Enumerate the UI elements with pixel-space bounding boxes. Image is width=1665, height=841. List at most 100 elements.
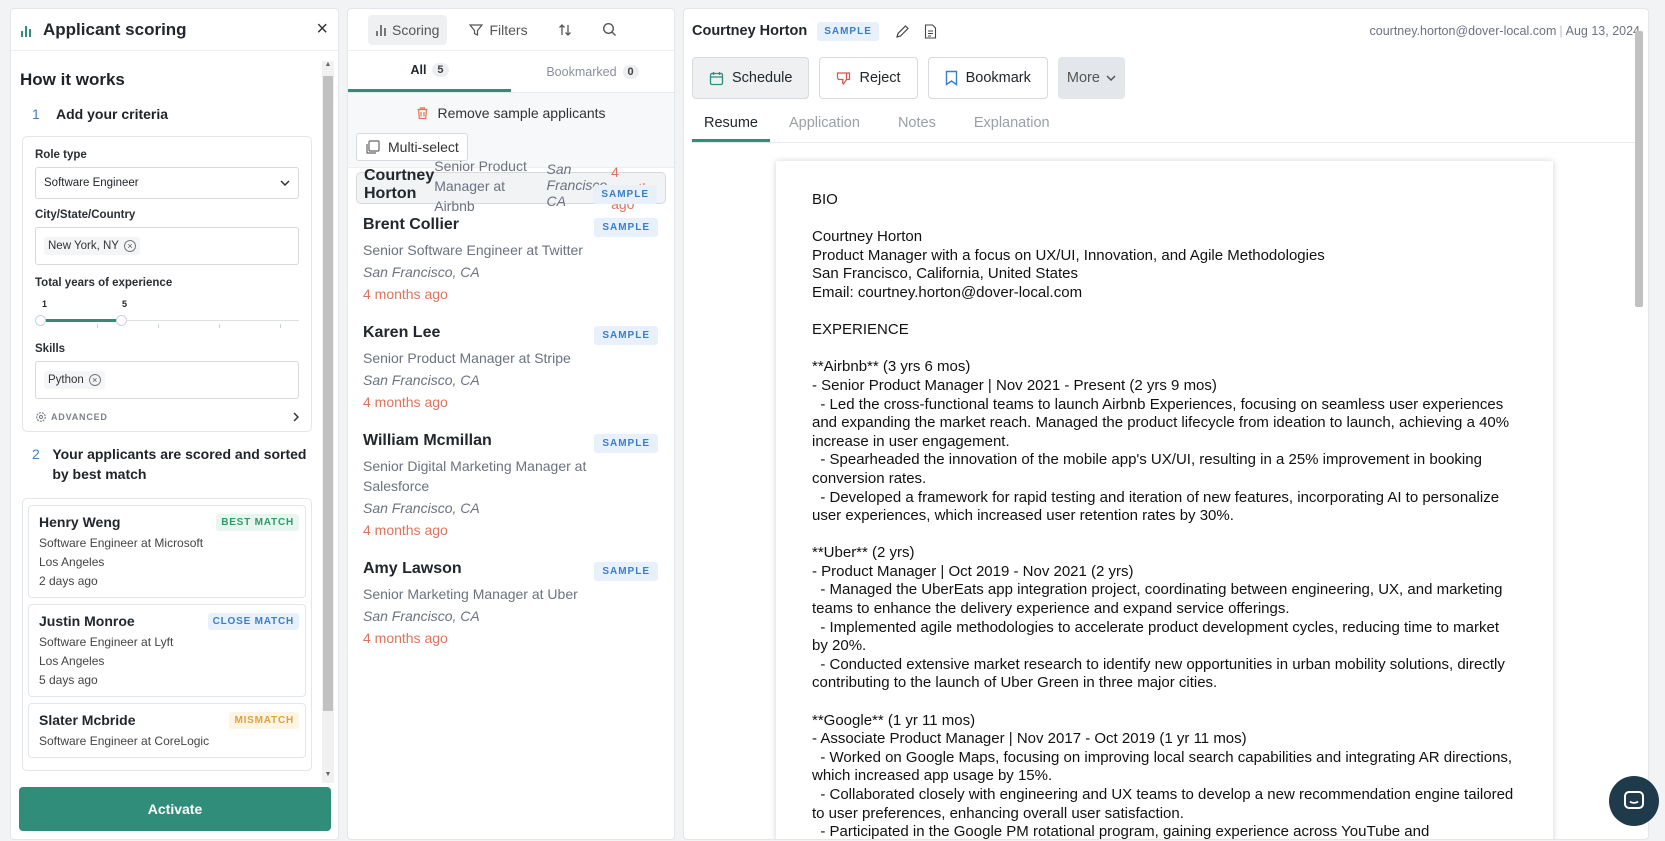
document-icon[interactable]: [923, 23, 939, 39]
advanced-toggle[interactable]: ADVANCED: [35, 411, 299, 423]
slider-min-handle[interactable]: [35, 315, 46, 326]
scoring-button[interactable]: Scoring: [368, 14, 448, 45]
mismatch-badge: MISMATCH: [229, 712, 299, 729]
sample-badge: SAMPLE: [817, 21, 879, 41]
tab-bookmarked-count: 0: [622, 64, 639, 79]
detail-scrollbar[interactable]: [1632, 25, 1646, 839]
role-type-select[interactable]: Software Engineer: [35, 167, 299, 199]
experience-min: 1: [42, 299, 48, 309]
candidate-date: Aug 13, 2024: [1565, 24, 1640, 38]
tab-all-count: 5: [432, 63, 449, 77]
remove-sample-label: Remove sample applicants: [437, 105, 606, 121]
skills-input[interactable]: Python ×: [35, 361, 299, 399]
experience-range-values: 1 5: [35, 295, 299, 311]
tab-resume[interactable]: Resume: [692, 111, 770, 142]
filters-button[interactable]: Filters: [461, 15, 535, 45]
tab-bookmarked[interactable]: Bookmarked 0: [511, 51, 674, 92]
chat-launcher-button[interactable]: [1609, 776, 1659, 826]
match-title: Software Engineer at Microsoft: [39, 536, 204, 550]
scrollbar-thumb[interactable]: [323, 76, 333, 711]
scrollbar-thumb[interactable]: [1635, 31, 1643, 307]
activate-button[interactable]: Activate: [19, 787, 331, 831]
chevron-down-icon: [280, 180, 290, 186]
experience-slider[interactable]: [35, 311, 299, 331]
scroll-up-icon[interactable]: ▲: [322, 61, 334, 73]
more-button[interactable]: More: [1057, 57, 1125, 99]
match-card: Justin Monroe CLOSE MATCH Software Engin…: [28, 604, 306, 697]
location-input[interactable]: New York, NY ×: [35, 227, 299, 265]
multi-select-label: Multi-select: [388, 139, 459, 155]
panel-scroll-area: How it works 1 Add your criteria Role ty…: [11, 52, 321, 784]
slider-max-handle[interactable]: [116, 315, 127, 326]
multi-select-icon: [366, 139, 380, 154]
bookmark-icon: [945, 70, 957, 86]
resume-viewer[interactable]: BIO Courtney Horton Product Manager with…: [684, 149, 1632, 839]
panel-scrollbar[interactable]: ▲ ▼: [322, 61, 334, 783]
skills-chip: Python ×: [44, 371, 105, 389]
chat-icon: [1624, 791, 1644, 809]
candidate-meta: courtney.horton@dover-local.com | Aug 13, …: [1370, 24, 1640, 38]
close-icon[interactable]: ×: [316, 18, 328, 41]
applicant-card[interactable]: Courtney Horton SAMPLE Senior Product Ma…: [356, 158, 666, 214]
location-chip-label: New York, NY: [48, 240, 119, 252]
sort-button[interactable]: [550, 16, 580, 44]
applicant-role: Senior Product Manager at Stripe: [363, 350, 571, 366]
remove-chip-icon[interactable]: ×: [123, 240, 136, 252]
applicant-card[interactable]: William Mcmillan SAMPLE Senior Digital M…: [356, 422, 666, 548]
tab-all[interactable]: All 5: [348, 51, 511, 92]
remove-chip-icon[interactable]: ×: [88, 374, 101, 386]
experience-max: 5: [122, 299, 128, 309]
applicant-list-panel: Scoring Filters All 5 Bookmarked 0 Remov…: [347, 8, 675, 840]
step-2: 2 Your applicants are scored and sorted …: [32, 444, 312, 484]
applicant-list: Courtney Horton SAMPLE Senior Product Ma…: [348, 158, 674, 662]
chevron-down-icon: [1106, 75, 1116, 81]
match-card: Henry Weng BEST MATCH Software Engineer …: [28, 505, 306, 598]
bookmark-button[interactable]: Bookmark: [927, 57, 1048, 99]
match-time: 2 days ago: [39, 574, 98, 588]
gear-icon: [36, 412, 46, 422]
applicant-time: 4 months ago: [363, 394, 448, 410]
applicant-card[interactable]: Amy Lawson SAMPLE Senior Marketing Manag…: [356, 550, 666, 656]
panel-title: Applicant scoring: [43, 19, 187, 39]
step-2-label: Your applicants are scored and sorted by…: [52, 446, 307, 482]
tab-notes[interactable]: Notes: [879, 111, 955, 142]
best-match-badge: BEST MATCH: [216, 514, 299, 531]
edit-icon[interactable]: [895, 23, 911, 39]
trash-icon: [417, 107, 428, 120]
match-location: Los Angeles: [39, 555, 105, 569]
more-label: More: [1066, 70, 1100, 86]
applicant-card[interactable]: Brent Collier SAMPLE Senior Software Eng…: [356, 206, 666, 312]
bar-chart-icon: [376, 24, 386, 36]
applicant-role: Senior Marketing Manager at Uber: [363, 586, 578, 602]
criteria-card: Role type Software Engineer City/State/C…: [22, 136, 312, 432]
search-button[interactable]: [594, 15, 625, 44]
applicant-name: Courtney Horton: [364, 167, 435, 202]
schedule-label: Schedule: [732, 70, 793, 86]
sample-badge: SAMPLE: [594, 326, 658, 345]
advanced-group: ADVANCED: [35, 411, 108, 423]
candidate-actions: Schedule Reject Bookmark More: [684, 53, 1648, 99]
slider-tick: [280, 324, 281, 328]
scroll-down-icon[interactable]: ▼: [322, 771, 334, 783]
role-type-label: Role type: [35, 149, 87, 161]
panel-header: Applicant scoring ×: [11, 9, 338, 51]
slider-tick: [219, 324, 220, 328]
reject-button[interactable]: Reject: [819, 57, 918, 99]
detail-header: Courtney Horton SAMPLE courtney.horton@d…: [684, 9, 1648, 53]
list-tabs: All 5 Bookmarked 0: [348, 51, 674, 93]
scoring-label: Scoring: [392, 21, 440, 38]
search-icon: [602, 22, 616, 36]
skills-label: Skills: [35, 343, 66, 355]
tab-application[interactable]: Application: [770, 111, 879, 142]
close-match-badge: CLOSE MATCH: [207, 613, 299, 630]
slider-tick: [158, 324, 159, 328]
match-examples: Henry Weng BEST MATCH Software Engineer …: [22, 498, 312, 771]
applicant-card[interactable]: Karen Lee SAMPLE Senior Product Manager …: [356, 314, 666, 420]
calendar-icon: [709, 71, 724, 85]
thumbs-down-icon: [837, 71, 851, 85]
remove-sample-button[interactable]: Remove sample applicants: [356, 105, 666, 121]
tab-explanation[interactable]: Explanation: [955, 111, 1069, 142]
schedule-button[interactable]: Schedule: [692, 57, 810, 99]
applicant-location: San Francisco, CA: [363, 500, 480, 516]
sample-badge: SAMPLE: [594, 434, 658, 453]
